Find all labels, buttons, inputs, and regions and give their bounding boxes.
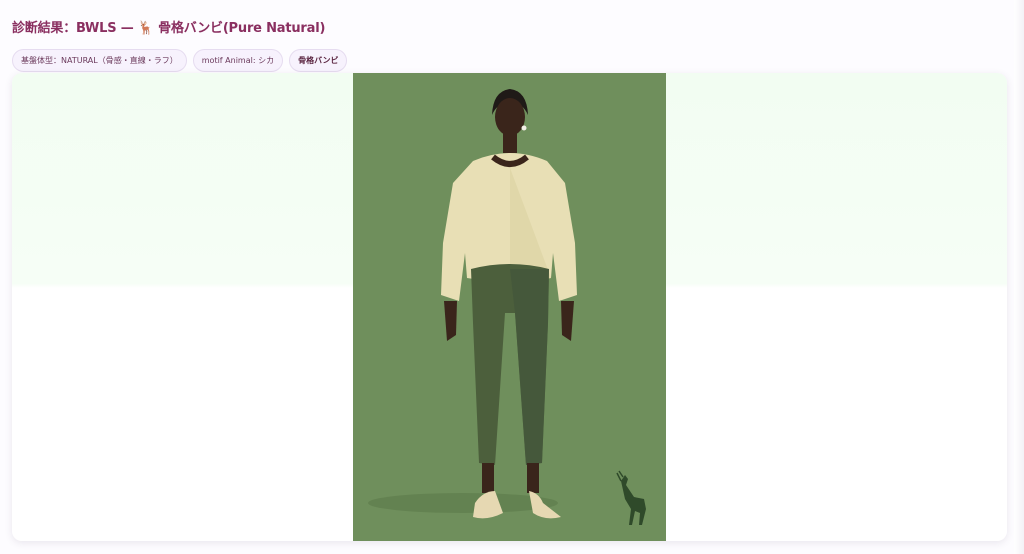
chip-bambi-type[interactable]: 骨格バンビ <box>289 49 348 72</box>
figure-earring <box>521 125 527 131</box>
result-page: 診断結果：BWLS — 🦌 骨格バンビ(Pure Natural) 基盤体型：N… <box>0 0 1024 554</box>
result-title: 診断結果：BWLS — 🦌 骨格バンビ(Pure Natural) <box>12 17 325 36</box>
figure-head <box>495 98 525 136</box>
figure-left-ankle <box>482 463 494 493</box>
chip-motif-animal[interactable]: motif Animal: シカ <box>192 49 284 72</box>
result-illustration <box>353 73 666 541</box>
title-suffix: 骨格バンビ(Pure Natural) <box>153 21 326 36</box>
floor-shadow <box>368 493 558 513</box>
tag-chips: 基盤体型：NATURAL（骨感・直線・ラフ） motif Animal: シカ … <box>12 49 348 72</box>
figure-neck <box>503 133 517 153</box>
scrollbar-edge[interactable] <box>1014 0 1024 554</box>
deer-emoji-icon: 🦌 <box>137 21 154 36</box>
chip-base-body-type[interactable]: 基盤体型：NATURAL（骨感・直線・ラフ） <box>12 49 187 72</box>
title-prefix: 診断結果：BWLS — <box>12 21 138 36</box>
result-card <box>12 73 1007 541</box>
figure-right-ankle <box>527 463 539 493</box>
